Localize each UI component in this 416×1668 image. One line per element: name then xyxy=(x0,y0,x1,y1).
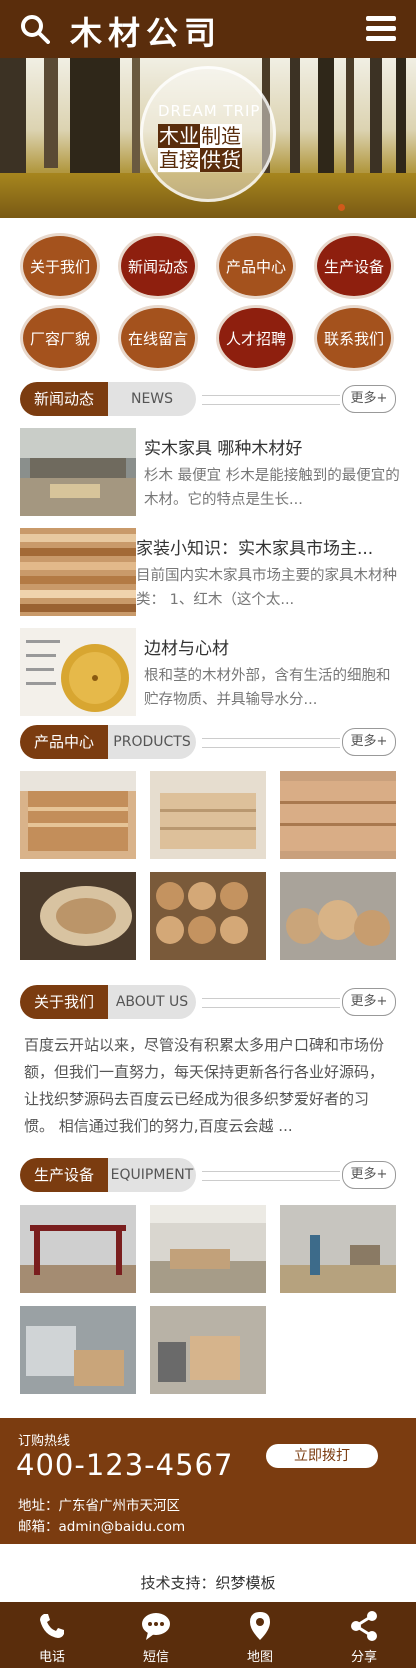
news-item[interactable]: 边材与心材 根和茎的木材外部，含有生活的细胞和贮存物质、并具输导水分... xyxy=(20,628,396,718)
phone-icon xyxy=(40,1614,64,1638)
bottom-nav-bar: 电话 短信 地图 分享 xyxy=(0,1602,416,1668)
product-image[interactable] xyxy=(280,872,396,960)
equipment-section-header: 生产设备 EQUIPMENT 更多+ xyxy=(20,1158,396,1192)
product-image[interactable] xyxy=(280,771,396,859)
section-title-en: ABOUT US xyxy=(108,985,196,1019)
banner-slogan-line2: 直接 供货 xyxy=(158,148,242,172)
about-section-header: 关于我们 ABOUT US 更多+ xyxy=(20,985,396,1019)
news-thumbnail[interactable] xyxy=(20,628,136,716)
news-desc: 根和茎的木材外部，含有生活的细胞和贮存物质、并具输导水分... xyxy=(144,668,391,708)
news-title[interactable]: 家装小知识：实木家具市场主... xyxy=(136,534,402,559)
section-title-en: NEWS xyxy=(108,382,196,416)
share-icon xyxy=(351,1611,377,1641)
bottom-nav-label: 电话 xyxy=(38,1650,65,1665)
section-title-cn: 产品中心 xyxy=(20,725,108,759)
news-thumbnail[interactable] xyxy=(20,428,136,516)
bottom-nav-phone[interactable]: 电话 xyxy=(0,1602,104,1668)
news-item[interactable]: 实木家具 哪种木材好 杉木 最便宜 杉木是能接触到的最便宜的木材。它的特点是生长… xyxy=(20,428,400,518)
nav-products[interactable]: 产品中心 xyxy=(219,236,293,296)
news-item[interactable]: 家装小知识：实木家具市场主... 目前国内实木家具市场主要的家具木材种类： 1、… xyxy=(20,528,397,618)
product-image[interactable] xyxy=(20,872,136,960)
news-title[interactable]: 边材与心材 xyxy=(144,634,400,659)
news-section-header: 新闻动态 NEWS 更多+ xyxy=(20,382,396,416)
section-title-cn: 新闻动态 xyxy=(20,382,108,416)
section-title-cn: 关于我们 xyxy=(20,985,108,1019)
map-pin-icon xyxy=(250,1612,270,1640)
equipment-image[interactable] xyxy=(150,1205,266,1293)
bottom-nav-map[interactable]: 地图 xyxy=(208,1602,312,1668)
equipment-image[interactable] xyxy=(150,1306,266,1394)
search-icon[interactable] xyxy=(20,14,50,44)
products-more-button[interactable]: 更多+ xyxy=(342,728,396,756)
bottom-nav-label: 分享 xyxy=(350,1650,377,1665)
hotline-number[interactable]: 400-123-4567 xyxy=(16,1448,233,1482)
product-image[interactable] xyxy=(150,771,266,859)
banner-english-text: DREAM TRIP xyxy=(158,102,261,120)
contact-footer: 订购热线 400-123-4567 地址：广东省广州市天河区 邮箱：admin@… xyxy=(0,1418,416,1544)
section-title-en: EQUIPMENT xyxy=(108,1158,196,1192)
header: 木材公司 xyxy=(0,0,416,58)
banner-dots[interactable] xyxy=(338,196,349,215)
hotline-label: 订购热线 xyxy=(18,1434,71,1449)
section-title-en: PRODUCTS xyxy=(108,725,196,759)
nav-equipment[interactable]: 生产设备 xyxy=(317,236,391,296)
news-thumbnail[interactable] xyxy=(20,528,136,616)
bottom-nav-label: 地图 xyxy=(246,1650,273,1665)
nav-message[interactable]: 在线留言 xyxy=(121,308,195,368)
nav-factory[interactable]: 厂容厂貌 xyxy=(23,308,97,368)
nav-news[interactable]: 新闻动态 xyxy=(121,236,195,296)
bottom-nav-label: 短信 xyxy=(142,1650,169,1665)
product-image[interactable] xyxy=(20,771,136,859)
address-text: 地址：广东省广州市天河区 xyxy=(18,1498,180,1514)
product-image[interactable] xyxy=(150,872,266,960)
email-text[interactable]: 邮箱：admin@baidu.com xyxy=(18,1515,185,1535)
section-title-cn: 生产设备 xyxy=(20,1158,108,1192)
news-more-button[interactable]: 更多+ xyxy=(342,385,396,413)
equipment-image[interactable] xyxy=(20,1205,136,1293)
news-title[interactable]: 实木家具 哪种木材好 xyxy=(144,434,400,459)
nav-about[interactable]: 关于我们 xyxy=(23,236,97,296)
site-logo[interactable]: 木材公司 xyxy=(70,8,222,54)
equipment-more-button[interactable]: 更多+ xyxy=(342,1161,396,1189)
products-section-header: 产品中心 PRODUCTS 更多+ xyxy=(20,725,396,759)
about-more-button[interactable]: 更多+ xyxy=(342,988,396,1016)
nav-jobs[interactable]: 人才招聘 xyxy=(219,308,293,368)
equipment-image[interactable] xyxy=(280,1205,396,1293)
bottom-nav-sms[interactable]: 短信 xyxy=(104,1602,208,1668)
news-desc: 目前国内实木家具市场主要的家具木材种类： 1、红木（这个太... xyxy=(136,568,397,608)
news-desc: 杉木 最便宜 杉木是能接触到的最便宜的木材。它的特点是生长... xyxy=(144,468,400,508)
equipment-image[interactable] xyxy=(20,1306,136,1394)
about-text: 百度云开站以来，尽管没有积累太多用户口碑和市场份额，但我们一直努力，每天保持更新… xyxy=(24,1036,385,1135)
menu-icon[interactable] xyxy=(366,16,396,42)
nav-contact[interactable]: 联系我们 xyxy=(317,308,391,368)
call-now-button[interactable]: 立即拨打 xyxy=(266,1444,378,1468)
tech-support-text[interactable]: 技术支持：织梦模板 xyxy=(0,1572,416,1593)
banner[interactable]: DREAM TRIP 木业 制造 直接 供货 xyxy=(0,58,416,218)
message-icon xyxy=(142,1613,170,1640)
bottom-nav-share[interactable]: 分享 xyxy=(312,1602,416,1668)
